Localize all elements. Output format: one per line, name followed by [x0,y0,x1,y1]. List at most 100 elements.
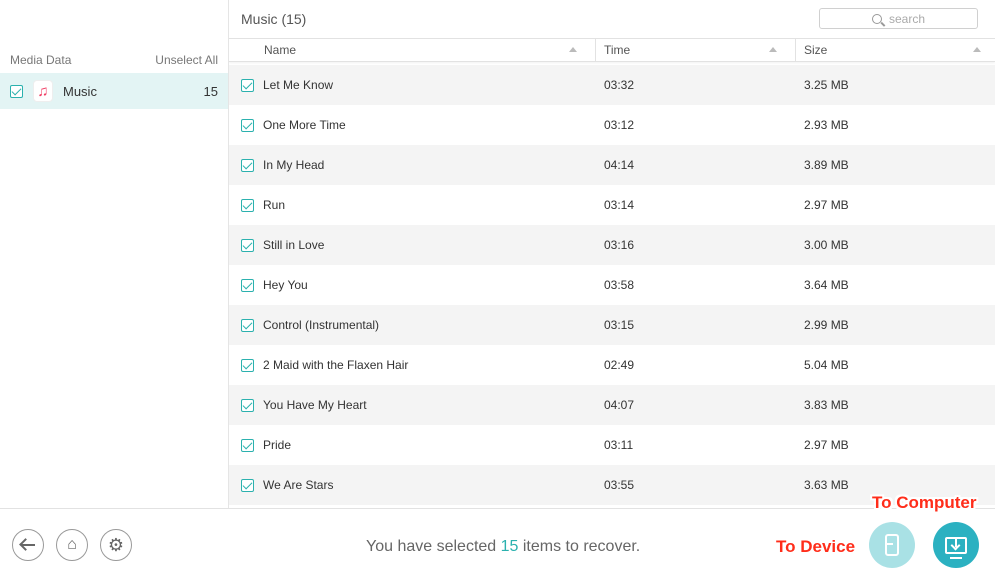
search-placeholder: search [888,11,926,26]
cell-name: Run [229,198,596,212]
to-computer-button[interactable] [933,522,979,568]
row-checkbox[interactable] [241,478,254,492]
table-row[interactable]: You Have My Heart 04:07 3.83 MB [229,385,995,425]
cell-name: One More Time [229,118,596,132]
cell-size: 3.00 MB [804,238,849,252]
cell-time: 03:32 [604,78,635,92]
row-checkbox[interactable] [241,278,254,292]
cell-size: 2.97 MB [804,438,849,452]
back-button[interactable] [12,529,44,561]
cell-size: 3.25 MB [804,78,849,92]
cell-time: 03:16 [604,238,635,252]
sidebar-item-music[interactable]: ♫ Music 15 [0,73,228,109]
cell-size: 3.89 MB [804,158,849,172]
cell-time: 03:11 [604,438,634,452]
song-name: We Are Stars [263,478,334,492]
status-count: 15 [500,538,519,555]
song-name: Run [263,198,286,212]
home-button[interactable]: ⌂ [56,529,88,561]
cell-time: 03:15 [604,318,635,332]
settings-button[interactable]: ⚙ [100,529,132,561]
cell-name: In My Head [229,158,596,172]
main-panel: Music (15) search Name Time Size Let Me … [229,0,995,508]
sort-arrow-icon[interactable] [973,47,981,52]
music-note-icon: ♫ [33,80,53,102]
cell-size: 3.83 MB [804,398,849,412]
cell-time: 03:58 [604,278,635,292]
cell-name: Control (Instrumental) [229,318,596,332]
table-row[interactable]: In My Head 04:14 3.89 MB [229,145,995,185]
unselect-all-link[interactable]: Unselect All [155,53,218,67]
cell-name: Pride [229,438,596,452]
to-computer-annotation: To Computer [872,493,977,512]
music-category-checkbox[interactable] [10,84,23,98]
cell-name: Still in Love [229,238,596,252]
cell-size: 2.93 MB [804,118,849,132]
row-checkbox[interactable] [241,238,254,252]
song-name: In My Head [263,158,325,172]
cell-name: We Are Stars [229,478,596,492]
status-suffix: items to recover. [518,538,641,555]
cell-size: 2.97 MB [804,198,849,212]
table-row[interactable]: Pride 03:11 2.97 MB [229,425,995,465]
sidebar-item-count: 15 [203,83,218,99]
phone-icon [885,534,899,556]
column-header-name[interactable]: Name [229,39,596,61]
table-header: Name Time Size [229,38,995,62]
table-row[interactable]: Control (Instrumental) 03:15 2.99 MB [229,305,995,345]
column-time-label: Time [604,43,631,57]
cell-time: 03:14 [604,198,635,212]
search-input[interactable]: search [819,8,978,29]
song-name: You Have My Heart [263,398,367,412]
cell-time: 03:55 [604,478,635,492]
row-checkbox[interactable] [241,398,254,412]
table-row[interactable]: Run 03:14 2.97 MB [229,185,995,225]
cell-size: 5.04 MB [804,358,849,372]
sidebar: Media Data Unselect All ♫ Music 15 [0,0,229,508]
row-checkbox[interactable] [241,198,254,212]
song-name: 2 Maid with the Flaxen Hair [263,358,409,372]
song-name: Hey You [263,278,308,292]
cell-size: 2.99 MB [804,318,849,332]
selection-status: You have selected 15 items to recover. [366,538,640,556]
sort-arrow-icon[interactable] [769,47,777,52]
song-name: Control (Instrumental) [263,318,380,332]
song-name: Still in Love [263,238,325,252]
cell-time: 03:12 [604,118,635,132]
to-device-annotation: To Device [776,537,856,556]
monitor-stand [950,557,962,559]
to-device-button[interactable] [869,522,915,568]
cell-name: Hey You [229,278,596,292]
cell-size: 3.63 MB [804,478,849,492]
column-header-size[interactable]: Size [796,39,995,61]
row-checkbox[interactable] [241,158,254,172]
table-row[interactable]: 2 Maid with the Flaxen Hair 02:49 5.04 M… [229,345,995,385]
cell-size: 3.64 MB [804,278,849,292]
song-name: Let Me Know [263,78,334,92]
row-checkbox[interactable] [241,438,254,452]
sidebar-header: Media Data Unselect All [10,53,218,67]
sidebar-item-label: Music [63,83,97,99]
song-name: One More Time [263,118,346,132]
row-checkbox[interactable] [241,118,254,132]
arrow-left-icon [21,544,35,546]
sort-arrow-icon[interactable] [569,47,577,52]
cell-name: Let Me Know [229,78,596,92]
status-prefix: You have selected [366,538,501,555]
cell-time: 04:07 [604,398,635,412]
table-row[interactable]: Hey You 03:58 3.64 MB [229,265,995,305]
column-header-time[interactable]: Time [596,39,796,61]
search-icon [871,13,882,24]
row-checkbox[interactable] [241,78,254,92]
table-row[interactable]: One More Time 03:12 2.93 MB [229,105,995,145]
column-name-label: Name [264,43,297,57]
table-row[interactable]: Still in Love 03:16 3.00 MB [229,225,995,265]
page-title: Music (15) [241,11,307,27]
cell-name: 2 Maid with the Flaxen Hair [229,358,596,372]
home-icon: ⌂ [67,536,77,553]
table-body: Let Me Know 03:32 3.25 MB One More Time … [229,65,995,505]
row-checkbox[interactable] [241,358,254,372]
table-row[interactable]: Let Me Know 03:32 3.25 MB [229,65,995,105]
monitor-download-icon [945,536,967,554]
row-checkbox[interactable] [241,318,254,332]
